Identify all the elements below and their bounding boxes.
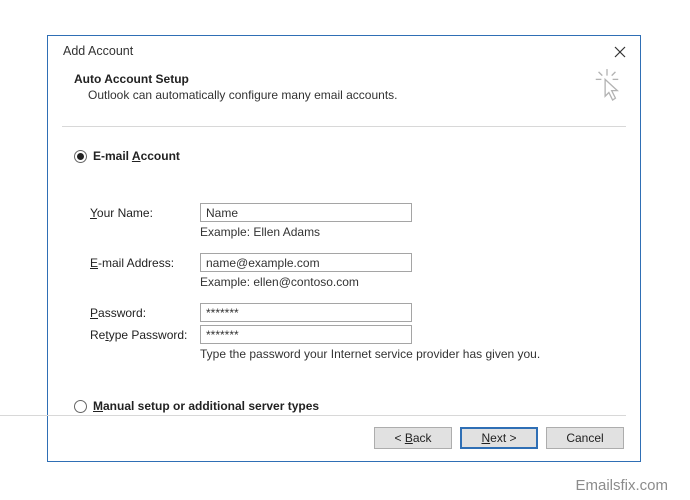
email-hint: Example: ellen@contoso.com	[200, 275, 640, 289]
email-input[interactable]	[200, 253, 412, 272]
form-area: Your Name: Example: Ellen Adams E-mail A…	[90, 203, 640, 361]
radio-manual-setup[interactable]: Manual setup or additional server types	[74, 399, 640, 413]
password-input[interactable]	[200, 303, 412, 322]
back-button[interactable]: < Back	[374, 427, 452, 449]
radio-icon	[74, 150, 87, 163]
next-button[interactable]: Next >	[460, 427, 538, 449]
header-subtitle: Outlook can automatically configure many…	[74, 86, 620, 102]
your-name-hint: Example: Ellen Adams	[200, 225, 640, 239]
button-bar: < Back Next > Cancel	[374, 427, 624, 449]
divider	[62, 126, 626, 127]
dialog-title: Add Account	[63, 44, 133, 58]
retype-password-input[interactable]	[200, 325, 412, 344]
radio-email-account[interactable]: E-mail Account	[74, 149, 640, 163]
radio-manual-label: Manual setup or additional server types	[93, 399, 319, 413]
email-label: E-mail Address:	[90, 256, 200, 270]
watermark: Emailsfix.com	[575, 477, 668, 494]
divider	[0, 415, 626, 416]
titlebar: Add Account	[48, 36, 640, 66]
your-name-label: Your Name:	[90, 206, 200, 220]
header-title: Auto Account Setup	[74, 66, 620, 86]
password-hint: Type the password your Internet service …	[200, 347, 640, 361]
password-label: Password:	[90, 306, 200, 320]
close-icon	[614, 46, 626, 58]
cursor-sparkle-icon	[592, 68, 622, 102]
cancel-button[interactable]: Cancel	[546, 427, 624, 449]
retype-password-label: Retype Password:	[90, 328, 200, 342]
add-account-dialog: Add Account Auto Account Setup Outlook c…	[47, 35, 641, 462]
radio-email-label: E-mail Account	[93, 149, 180, 163]
radio-icon	[74, 400, 87, 413]
your-name-input[interactable]	[200, 203, 412, 222]
close-button[interactable]	[608, 42, 632, 62]
header-area: Auto Account Setup Outlook can automatic…	[48, 66, 640, 126]
